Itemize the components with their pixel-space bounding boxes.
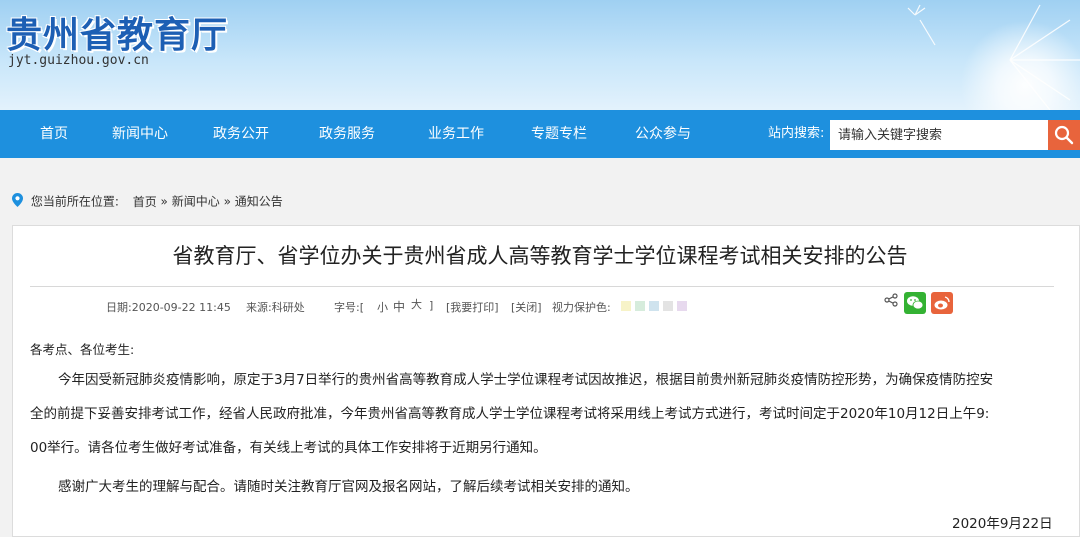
- nav-item-special-topics[interactable]: 专题专栏: [531, 110, 587, 158]
- article-date: 日期:2020-09-22 11:45: [106, 301, 231, 314]
- eye-care-color-yellow[interactable]: [621, 301, 631, 311]
- breadcrumb: 您当前所在位置: 首页 » 新闻中心 » 通知公告: [12, 193, 283, 209]
- article-title: 省教育厅、省学位办关于贵州省成人高等教育学士学位课程考试相关安排的公告: [172, 244, 908, 268]
- breadcrumb-prefix: 您当前所在位置:: [30, 194, 119, 209]
- eye-care-color-green[interactable]: [635, 301, 645, 311]
- close-link[interactable]: [关闭]: [511, 299, 542, 315]
- nav-item-news[interactable]: 新闻中心: [112, 110, 168, 158]
- search-label: 站内搜索:: [768, 126, 825, 141]
- eye-care-label: 视力保护色:: [552, 301, 611, 314]
- print-link[interactable]: [我要打印]: [446, 299, 499, 315]
- nav-item-public-participation[interactable]: 公众参与: [635, 110, 691, 158]
- nav-item-gov-affairs[interactable]: 政务公开: [213, 110, 269, 158]
- breadcrumb-news[interactable]: 新闻中心: [172, 195, 220, 209]
- font-size-small[interactable]: 小: [377, 299, 388, 315]
- search-input[interactable]: [830, 120, 1048, 150]
- wechat-icon: [907, 296, 924, 310]
- breadcrumb-notices[interactable]: 通知公告: [235, 195, 283, 209]
- font-size-large[interactable]: 大: [411, 296, 422, 312]
- eye-care-color-purple[interactable]: [677, 301, 687, 311]
- search-icon: [1054, 125, 1074, 145]
- header-banner: 贵州省教育厅 jyt.guizhou.gov.cn: [0, 0, 1080, 110]
- font-size-label: 字号:[: [334, 301, 364, 314]
- paragraph-1-line-2: 全的前提下妥善安排考试工作，经省人民政府批准，今年贵州省高等教育成人学士学位课程…: [30, 406, 990, 422]
- weibo-share-button[interactable]: [931, 292, 953, 314]
- eye-care-color-gray[interactable]: [663, 301, 673, 311]
- nav-item-gov-services[interactable]: 政务服务: [319, 110, 375, 158]
- nav-item-home[interactable]: 首页: [40, 110, 68, 158]
- article-source: 来源:科研处: [246, 301, 305, 314]
- site-url: jyt.guizhou.gov.cn: [8, 53, 149, 68]
- map-pin-icon: [12, 193, 23, 207]
- dandelion-seeds-decoration: [907, 4, 1080, 110]
- paragraph-2: 感谢广大考生的理解与配合。请随时关注教育厅官网及报名网站，了解后续考试相关安排的…: [58, 479, 639, 495]
- nav-item-business[interactable]: 业务工作: [428, 110, 484, 158]
- breadcrumb-home[interactable]: 首页: [133, 195, 157, 209]
- paragraph-1-line-1: 今年因受新冠肺炎疫情影响，原定于3月7日举行的贵州省高等教育成人学士学位课程考试…: [58, 372, 994, 388]
- salutation: 各考点、各位考生:: [30, 342, 135, 357]
- title-divider: [30, 286, 1054, 287]
- site-title[interactable]: 贵州省教育厅: [6, 6, 228, 58]
- eye-care-color-blue[interactable]: [649, 301, 659, 311]
- font-size-close: ]: [429, 299, 434, 312]
- weibo-icon: [934, 296, 950, 310]
- breadcrumb-separator: »: [160, 194, 168, 209]
- font-size-medium[interactable]: 中: [393, 298, 405, 315]
- main-nav: 首页 新闻中心 政务公开 政务服务 业务工作 专题专栏 公众参与 站内搜索:: [0, 110, 1080, 158]
- date-signature: 2020年9月22日: [952, 516, 1053, 532]
- paragraph-1-line-3: 00举行。请各位考生做好考试准备，有关线上考试的具体工作安排将于近期另行通知。: [30, 440, 547, 456]
- search-button[interactable]: [1048, 120, 1080, 150]
- wechat-share-button[interactable]: [904, 292, 926, 314]
- breadcrumb-separator: »: [223, 194, 231, 209]
- share-icon[interactable]: [884, 293, 898, 307]
